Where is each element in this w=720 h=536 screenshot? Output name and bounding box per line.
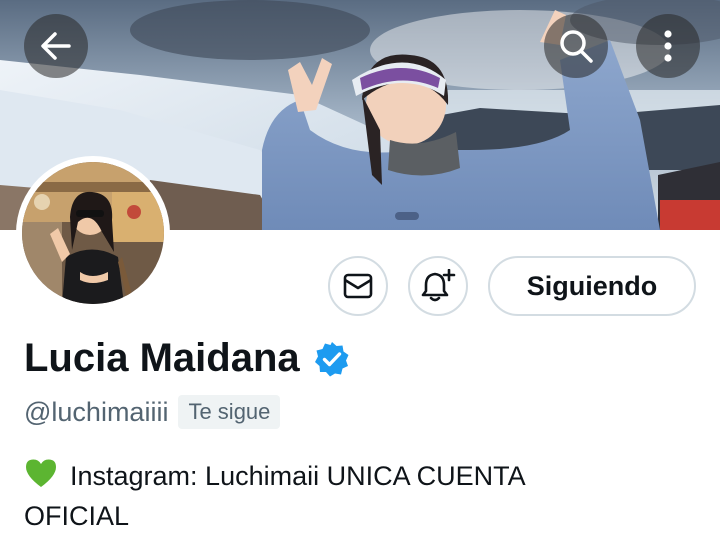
arrow-left-icon [41,32,71,60]
green-heart-emoji [26,459,56,487]
notifications-button[interactable] [408,256,468,316]
verified-badge-icon[interactable] [314,341,350,377]
profile-bio: Instagram: Luchimaii UNICA CUENTA OFICIA… [24,456,684,536]
search-button[interactable] [544,14,608,78]
following-label: Siguiendo [526,270,658,301]
avatar-image [22,162,164,304]
avatar [22,162,164,304]
following-button[interactable]: Siguiendo [488,256,696,316]
profile-name: Lucia Maidana [24,336,300,380]
follows-you-badge: Te sigue [178,395,281,429]
bio-line-1: Instagram: Luchimaii UNICA CUENTA [70,461,526,491]
search-icon [560,30,593,63]
bell-plus-icon [421,269,456,302]
profile-handle: @luchimaiiii [24,396,169,427]
more-options-button[interactable] [636,14,700,78]
back-button[interactable] [24,14,88,78]
avatar-container[interactable] [16,156,170,310]
message-button[interactable] [328,256,388,316]
more-vertical-icon [664,30,672,62]
profile-name-row: Lucia Maidana [24,336,350,381]
handle-row: @luchimaiiii Te sigue [24,395,281,429]
bio-line-2: OFICIAL [24,501,130,531]
envelope-icon [343,273,373,299]
